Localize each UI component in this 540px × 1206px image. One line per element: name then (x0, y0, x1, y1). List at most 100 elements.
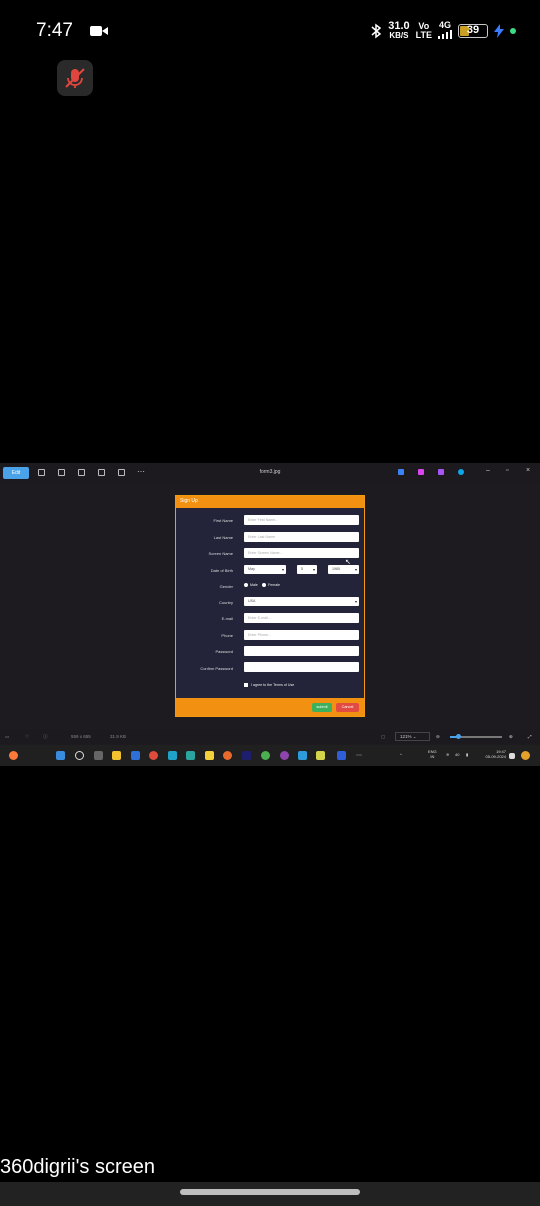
maximize-icon[interactable]: ▫ (506, 467, 508, 474)
speed-value: 31.0 (388, 20, 410, 32)
wifi-icon[interactable]: ≋ (446, 752, 449, 757)
language-indicator[interactable]: ENG IN (428, 749, 437, 759)
zoom-out-icon[interactable]: ⊖ (436, 734, 440, 740)
mouse-cursor-icon: ↖ (345, 559, 351, 566)
dob-year-value: 1985 (332, 567, 340, 571)
more-icon[interactable]: ⋯ (137, 467, 145, 476)
taskbar-app-icon[interactable] (261, 751, 270, 760)
email-label: E-mail (221, 616, 233, 621)
terms-checkbox[interactable] (244, 683, 248, 687)
network-speed: 31.0 KB/S (388, 21, 409, 41)
status-time: 7:47 (36, 20, 73, 41)
taskbar-app-icon[interactable] (298, 751, 307, 760)
zoom-slider-handle[interactable] (456, 734, 462, 739)
share-icon[interactable] (98, 469, 105, 476)
phone-input[interactable]: Enter Phone... (244, 630, 359, 640)
signup-form: Sign Up First Name Enter First Name... L… (175, 495, 365, 717)
gender-female-radio[interactable] (262, 583, 266, 587)
network-type: 4G (438, 20, 451, 30)
dob-month-select[interactable]: May ▾ (244, 565, 286, 574)
file-explorer-icon[interactable] (112, 751, 121, 760)
screen-name-input[interactable]: Enter Screen Name... (244, 548, 359, 558)
dob-year-select[interactable]: 1985 ▾ (328, 565, 359, 574)
viewer-status-bar: ▭ ♡ ⓘ 559 x 655 31.9 KB ▢ 121% ⌄ ⊖ ⊕ ⤢ (0, 730, 540, 744)
country-select[interactable]: USA ▾ (244, 597, 359, 606)
taskbar-app-icon[interactable] (131, 751, 140, 760)
battery-icon[interactable]: ▮ (466, 752, 468, 757)
mic-muted-button[interactable] (57, 60, 93, 96)
shared-screen: Edit ⋯ form3.jpg – ▫ × Sign Up First Nam… (0, 463, 540, 766)
language-bottom: IN (430, 754, 435, 759)
confirm-password-input[interactable] (244, 662, 359, 672)
search-icon[interactable] (75, 751, 84, 760)
zoom-in-icon[interactable]: ⊕ (509, 734, 513, 740)
info-icon[interactable] (118, 469, 125, 476)
delete-icon[interactable] (58, 469, 65, 476)
last-name-label: Last Name (213, 535, 233, 540)
file-size: 31.9 KB (110, 734, 127, 739)
chrome-icon[interactable] (149, 751, 158, 760)
gender-male-radio[interactable] (244, 583, 248, 587)
rotate-icon[interactable] (38, 469, 45, 476)
taskbar-app-icon[interactable] (242, 751, 251, 760)
submit-button[interactable]: submit (312, 703, 332, 712)
more-apps-icon[interactable]: ⋯ (356, 752, 362, 759)
signal-indicator: 4G (438, 21, 452, 41)
confirm-password-label: Confirm Password (200, 666, 233, 671)
windows-start-icon[interactable] (56, 751, 65, 760)
password-label: Password (215, 649, 233, 654)
chevron-up-icon[interactable]: ^ (400, 752, 402, 757)
taskbar-app-icon[interactable] (205, 751, 214, 760)
volte-indicator: Vo LTE (416, 22, 432, 40)
terms-label: I agree to the Terms of Use (251, 683, 295, 687)
image-dimensions: 559 x 655 (71, 734, 91, 739)
country-label: Country (218, 600, 233, 605)
chevron-down-icon: ▾ (281, 567, 284, 572)
copilot-icon[interactable] (521, 751, 530, 760)
task-view-icon[interactable] (94, 751, 103, 760)
app-icon[interactable] (438, 469, 444, 475)
favorite-icon[interactable] (78, 469, 85, 476)
notification-icon[interactable] (509, 753, 515, 759)
close-icon[interactable]: × (526, 467, 530, 474)
taskbar-app-icon[interactable] (186, 751, 195, 760)
fullscreen-icon[interactable]: ⤢ (528, 734, 532, 739)
first-name-input[interactable]: Enter First Name... (244, 515, 359, 525)
home-gesture-handle[interactable] (180, 1189, 360, 1195)
taskbar-clock[interactable]: 19:47 05-09-2024 (478, 749, 506, 759)
volume-value: 40 (455, 752, 460, 757)
edge-icon[interactable] (168, 751, 177, 760)
app-icon[interactable] (398, 469, 404, 475)
weather-icon[interactable] (9, 751, 18, 760)
last-name-input[interactable]: Enter Last Name (244, 532, 359, 542)
bluetooth-icon (371, 23, 382, 39)
screen-name-label: Screen Name (208, 551, 233, 556)
password-input[interactable] (244, 646, 359, 656)
minimize-icon[interactable]: – (486, 467, 490, 474)
gender-male-label: Male (250, 583, 258, 587)
info-icon[interactable]: ⓘ (43, 734, 48, 740)
zoom-app-icon[interactable] (337, 751, 346, 760)
windows-taskbar: ⋯ ^ ENG IN ≋ 40 ▮ 19:47 05-09-2024 (0, 745, 540, 766)
email-input[interactable]: Enter E-mail... (244, 613, 359, 623)
chevron-down-icon: ▾ (312, 567, 315, 572)
status-icons: 31.0 KB/S Vo LTE 4G 39 (370, 18, 516, 44)
viewer-toolbar: Edit ⋯ form3.jpg – ▫ × (0, 463, 540, 483)
speed-unit: KB/S (389, 31, 409, 40)
zoom-select[interactable]: 121% ⌄ (395, 732, 430, 741)
taskbar-app-icon[interactable] (316, 751, 325, 760)
taskbar-app-icon[interactable] (223, 751, 232, 760)
taskbar-app-icon[interactable] (280, 751, 289, 760)
edit-button[interactable]: Edit (3, 467, 29, 479)
video-camera-icon (90, 26, 108, 36)
monitor-icon[interactable]: ▭ (5, 734, 9, 740)
cancel-button[interactable]: Cancel (336, 703, 359, 712)
form-footer: submit Cancel (176, 698, 364, 716)
fit-icon[interactable]: ▢ (381, 734, 385, 740)
app-icon[interactable] (418, 469, 424, 475)
dob-day-select[interactable]: 5 ▾ (297, 565, 317, 574)
file-name: form3.jpg (259, 469, 281, 475)
dob-label: Date of Birth (210, 568, 233, 573)
cloud-icon[interactable] (458, 469, 464, 475)
heart-icon[interactable]: ♡ (25, 734, 29, 740)
